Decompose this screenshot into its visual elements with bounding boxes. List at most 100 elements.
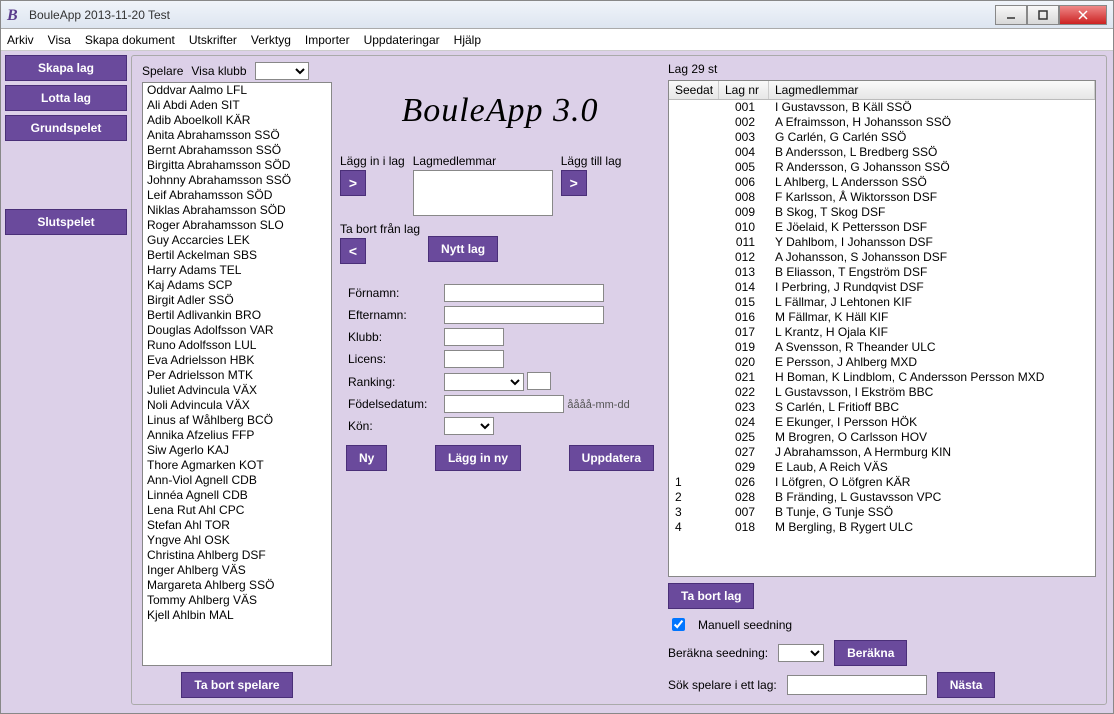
ta-bort-spelare-button[interactable]: Ta bort spelare — [181, 672, 292, 698]
player-list-item[interactable]: Bertil Adlivankin BRO — [143, 308, 331, 323]
player-list-item[interactable]: Yngve Ahl OSK — [143, 533, 331, 548]
team-row[interactable]: 025M Brogren, O Carlsson HOV — [669, 430, 1095, 445]
minimize-button[interactable] — [995, 5, 1027, 25]
team-row[interactable]: 3007B Tunje, G Tunje SSÖ — [669, 505, 1095, 520]
team-row[interactable]: 003G Carlén, G Carlén SSÖ — [669, 130, 1095, 145]
team-row[interactable]: 015L Fällmar, J Lehtonen KIF — [669, 295, 1095, 310]
player-list-item[interactable]: Noli Advincula VÄX — [143, 398, 331, 413]
maximize-button[interactable] — [1027, 5, 1059, 25]
fornamn-input[interactable] — [444, 284, 604, 302]
player-list-item[interactable]: Runo Adolfsson LUL — [143, 338, 331, 353]
team-row[interactable]: 024E Ekunger, I Persson HÖK — [669, 415, 1095, 430]
lagmedlemmar-box[interactable] — [413, 170, 553, 216]
team-row[interactable]: 008F Karlsson, Å Wiktorsson DSF — [669, 190, 1095, 205]
team-row[interactable]: 004B Andersson, L Bredberg SSÖ — [669, 145, 1095, 160]
team-row[interactable]: 023S Carlén, L Fritioff BBC — [669, 400, 1095, 415]
player-list-item[interactable]: Tommy Ahlberg VÄS — [143, 593, 331, 608]
team-row[interactable]: 001I Gustavsson, B Käll SSÖ — [669, 100, 1095, 115]
lagg-in-ny-button[interactable]: Lägg in ny — [435, 445, 521, 471]
team-row[interactable]: 002A Efraimsson, H Johansson SSÖ — [669, 115, 1095, 130]
nasta-button[interactable]: Nästa — [937, 672, 996, 698]
remove-from-team-button[interactable]: < — [340, 238, 366, 264]
player-list-item[interactable]: Oddvar Aalmo LFL — [143, 83, 331, 98]
col-lagnr[interactable]: Lag nr — [719, 81, 769, 99]
ta-bort-lag-button[interactable]: Ta bort lag — [668, 583, 754, 609]
players-listbox[interactable]: Oddvar Aalmo LFLAli Abdi Aden SITAdib Ab… — [142, 82, 332, 666]
menu-hjalp[interactable]: Hjälp — [454, 33, 481, 47]
sidebar-skapa-lag[interactable]: Skapa lag — [5, 55, 127, 81]
player-list-item[interactable]: Margareta Ahlberg SSÖ — [143, 578, 331, 593]
uppdatera-button[interactable]: Uppdatera — [569, 445, 654, 471]
add-team-button[interactable]: > — [561, 170, 587, 196]
player-list-item[interactable]: Inger Ahlberg VÄS — [143, 563, 331, 578]
add-to-team-button[interactable]: > — [340, 170, 366, 196]
team-row[interactable]: 005R Andersson, G Johansson SSÖ — [669, 160, 1095, 175]
player-list-item[interactable]: Johnny Abrahamsson SSÖ — [143, 173, 331, 188]
player-list-item[interactable]: Kjell Ahlbin MAL — [143, 608, 331, 623]
team-row[interactable]: 014I Perbring, J Rundqvist DSF — [669, 280, 1095, 295]
kon-select[interactable] — [444, 417, 494, 435]
team-row[interactable]: 020E Persson, J Ahlberg MXD — [669, 355, 1095, 370]
col-seedat[interactable]: Seedat — [669, 81, 719, 99]
player-list-item[interactable]: Roger Abrahamsson SLO — [143, 218, 331, 233]
player-list-item[interactable]: Bertil Ackelman SBS — [143, 248, 331, 263]
ranking-select[interactable] — [444, 373, 524, 391]
player-list-item[interactable]: Juliet Advincula VÄX — [143, 383, 331, 398]
manuell-seedning-checkbox[interactable] — [672, 618, 685, 631]
player-list-item[interactable]: Christina Ahlberg DSF — [143, 548, 331, 563]
team-row[interactable]: 2028B Fränding, L Gustavsson VPC — [669, 490, 1095, 505]
team-row[interactable]: 027J Abrahamsson, A Hermburg KIN — [669, 445, 1095, 460]
licens-input[interactable] — [444, 350, 504, 368]
player-list-item[interactable]: Adib Aboelkoll KÄR — [143, 113, 331, 128]
team-row[interactable]: 012A Johansson, S Johansson DSF — [669, 250, 1095, 265]
menu-visa[interactable]: Visa — [48, 33, 71, 47]
player-list-item[interactable]: Harry Adams TEL — [143, 263, 331, 278]
player-list-item[interactable]: Kaj Adams SCP — [143, 278, 331, 293]
player-list-item[interactable]: Ann-Viol Agnell CDB — [143, 473, 331, 488]
team-row[interactable]: 021H Boman, K Lindblom, C Andersson Pers… — [669, 370, 1095, 385]
ny-button[interactable]: Ny — [346, 445, 387, 471]
team-row[interactable]: 4018M Bergling, B Rygert ULC — [669, 520, 1095, 535]
sidebar-lotta-lag[interactable]: Lotta lag — [5, 85, 127, 111]
team-row[interactable]: 009B Skog, T Skog DSF — [669, 205, 1095, 220]
player-list-item[interactable]: Bernt Abrahamsson SSÖ — [143, 143, 331, 158]
team-row[interactable]: 016M Fällmar, K Häll KIF — [669, 310, 1095, 325]
teams-table[interactable]: Seedat Lag nr Lagmedlemmar 001I Gustavss… — [668, 80, 1096, 577]
menu-uppdateringar[interactable]: Uppdateringar — [364, 33, 440, 47]
player-list-item[interactable]: Siw Agerlo KAJ — [143, 443, 331, 458]
team-row[interactable]: 006L Ahlberg, L Andersson SSÖ — [669, 175, 1095, 190]
player-list-item[interactable]: Ali Abdi Aden SIT — [143, 98, 331, 113]
fodelsedatum-input[interactable] — [444, 395, 564, 413]
player-list-item[interactable]: Lena Rut Ahl CPC — [143, 503, 331, 518]
team-row[interactable]: 1026I Löfgren, O Löfgren KÄR — [669, 475, 1095, 490]
player-list-item[interactable]: Stefan Ahl TOR — [143, 518, 331, 533]
ranking-extra-input[interactable] — [527, 372, 551, 390]
sok-spelare-input[interactable] — [787, 675, 927, 695]
player-list-item[interactable]: Birgit Adler SSÖ — [143, 293, 331, 308]
team-row[interactable]: 013B Eliasson, T Engström DSF — [669, 265, 1095, 280]
klubb-filter-select[interactable] — [255, 62, 309, 80]
team-row[interactable]: 010E Jöelaid, K Pettersson DSF — [669, 220, 1095, 235]
player-list-item[interactable]: Niklas Abrahamsson SÖD — [143, 203, 331, 218]
sidebar-slutspelet[interactable]: Slutspelet — [5, 209, 127, 235]
player-list-item[interactable]: Birgitta Abrahamsson SÖD — [143, 158, 331, 173]
team-row[interactable]: 011Y Dahlbom, I Johansson DSF — [669, 235, 1095, 250]
player-list-item[interactable]: Guy Accarcies LEK — [143, 233, 331, 248]
team-row[interactable]: 029E Laub, A Reich VÄS — [669, 460, 1095, 475]
player-list-item[interactable]: Douglas Adolfsson VAR — [143, 323, 331, 338]
team-row[interactable]: 017L Krantz, H Ojala KIF — [669, 325, 1095, 340]
berakna-button[interactable]: Beräkna — [834, 640, 907, 666]
menu-importer[interactable]: Importer — [305, 33, 350, 47]
player-list-item[interactable]: Linnéa Agnell CDB — [143, 488, 331, 503]
player-list-item[interactable]: Linus af Wåhlberg BCÖ — [143, 413, 331, 428]
nytt-lag-button[interactable]: Nytt lag — [428, 236, 498, 262]
menu-skapa-dokument[interactable]: Skapa dokument — [85, 33, 175, 47]
player-list-item[interactable]: Thore Agmarken KOT — [143, 458, 331, 473]
col-lagmedlemmar[interactable]: Lagmedlemmar — [769, 81, 1095, 99]
menu-utskrifter[interactable]: Utskrifter — [189, 33, 237, 47]
player-list-item[interactable]: Per Adrielsson MTK — [143, 368, 331, 383]
berakna-seedning-select[interactable] — [778, 644, 824, 662]
menu-arkiv[interactable]: Arkiv — [7, 33, 34, 47]
player-list-item[interactable]: Leif Abrahamsson SÖD — [143, 188, 331, 203]
player-list-item[interactable]: Annika Afzelius FFP — [143, 428, 331, 443]
